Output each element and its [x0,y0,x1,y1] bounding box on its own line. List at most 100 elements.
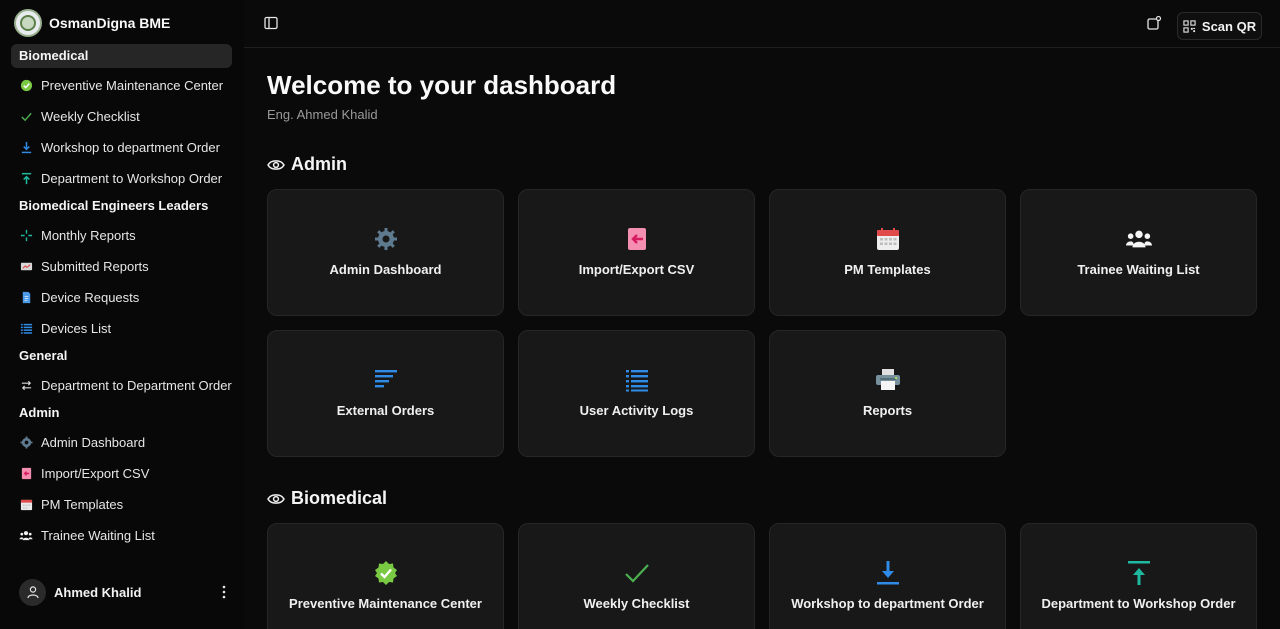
arrow-down-icon [19,141,33,155]
card-trainee-waiting-list[interactable]: Trainee Waiting List [1020,189,1257,316]
scan-qr-button[interactable]: Scan QR [1177,12,1262,40]
card-label: Import/Export CSV [578,262,695,277]
list-icon [624,367,650,393]
sidebar-item-label: Import/Export CSV [41,466,150,481]
card-label: Department to Workshop Order [1041,596,1236,611]
card-workshop-to-department-order[interactable]: Workshop to department Order [769,523,1006,629]
sidebar-item-admin-dashboard[interactable]: Admin Dashboard [11,427,232,458]
sidebar-item-department-to-department-order[interactable]: Department to Department Order [11,370,232,401]
card-label: Reports [862,403,913,418]
eye-icon [267,493,285,504]
gear-icon [19,436,33,450]
user-name: Ahmed Khalid [54,584,142,600]
sidebar-item-label: Workshop to department Order [41,140,220,155]
notification-icon[interactable] [1146,15,1164,33]
page-title: Welcome to your dashboard [267,70,617,100]
card-label: External Orders [336,403,435,418]
logo-icon [14,9,42,37]
sidebar-item-label: Submitted Reports [41,259,149,274]
sidebar-item-label: Department to Workshop Order [41,171,223,186]
envelope-chart-icon [19,260,33,274]
sidebar-item-import-export-csv[interactable]: Import/Export CSV [11,458,232,489]
sidebar-item-label: PM Templates [41,497,124,512]
users-icon [1125,226,1152,252]
card-user-activity-logs[interactable]: User Activity Logs [518,330,755,457]
section-title: Admin [291,154,347,174]
brand-name: OsmanDigna BME [49,15,171,31]
section-title: Biomedical [291,488,388,508]
sidebar-item-label: Preventive Maintenance Center [41,78,224,93]
sidebar-item-label: Trainee Waiting List [41,528,155,543]
sidebar-item-pm-templates[interactable]: PM Templates [11,489,232,520]
admin-cards-grid: Admin Dashboard Import/Export CSV PM Tem… [267,189,1257,457]
section-header-admin: Admin [267,154,347,175]
sidebar-item-device-requests[interactable]: Device Requests [11,282,232,313]
avatar [19,578,46,606]
swap-icon [19,379,33,393]
card-label: PM Templates [844,262,931,277]
sidebar-item-label: Devices List [41,321,112,336]
sidebar-toggle-icon[interactable] [264,16,280,32]
scan-qr-label: Scan QR [1201,18,1257,34]
sidebar-item-preventive-maintenance-center[interactable]: Preventive Maintenance Center [11,70,232,101]
import-icon [19,467,33,481]
sidebar-item-monthly-reports[interactable]: Monthly Reports [11,220,232,251]
import-icon [624,226,650,252]
card-admin-dashboard[interactable]: Admin Dashboard [267,189,504,316]
sidebar-item-devices-list[interactable]: Devices List [11,313,232,344]
sidebar: OsmanDigna BME Biomedical Preventive Mai… [0,0,244,629]
card-pm-templates[interactable]: PM Templates [769,189,1006,316]
card-external-orders[interactable]: External Orders [267,330,504,457]
arrow-up-icon [1126,560,1152,586]
list-icon [19,322,33,336]
card-label: Weekly Checklist [583,596,690,611]
card-label: User Activity Logs [579,403,694,418]
card-label: Preventive Maintenance Center [289,596,482,611]
sidebar-item-label: Weekly Checklist [41,109,140,124]
page-subtitle: Eng. Ahmed Khalid [267,107,378,122]
topbar: Scan QR [244,0,1280,48]
sidebar-item-department-to-workshop-order[interactable]: Department to Workshop Order [11,163,232,194]
card-reports[interactable]: Reports [769,330,1006,457]
check-icon [19,110,33,124]
sidebar-item-trainee-waiting-list[interactable]: Trainee Waiting List [11,520,232,551]
card-weekly-checklist[interactable]: Weekly Checklist [518,523,755,629]
sort-lines-icon [373,367,399,393]
sidebar-item-label: Monthly Reports [41,228,136,243]
calendar-icon [19,498,33,512]
check-badge-icon [373,560,399,586]
biomedical-cards-grid: Preventive Maintenance Center Weekly Che… [267,523,1257,629]
card-label: Admin Dashboard [329,262,442,277]
qr-code-icon [1183,19,1196,33]
sparkle-icon [19,229,33,243]
group-label-admin: Admin [19,405,60,420]
sidebar-item-label: Admin Dashboard [41,435,146,450]
group-label-biomedical-engineers-leaders: Biomedical Engineers Leaders [19,198,209,213]
section-header-biomedical: Biomedical [267,488,387,509]
card-label: Trainee Waiting List [1077,262,1200,277]
more-vertical-icon[interactable] [217,582,231,602]
sidebar-item-weekly-checklist[interactable]: Weekly Checklist [11,101,232,132]
brand[interactable]: OsmanDigna BME [14,9,170,37]
user-menu[interactable]: Ahmed Khalid [19,578,231,606]
users-icon [19,529,33,543]
group-label-biomedical[interactable]: Biomedical [11,44,232,68]
document-icon [19,291,33,305]
calendar-icon [875,226,901,252]
main-content: Scan QR Welcome to your dashboard Eng. A… [244,0,1280,629]
group-label-general: General [19,348,68,363]
card-department-to-workshop-order[interactable]: Department to Workshop Order [1020,523,1257,629]
gear-icon [373,226,399,252]
arrow-down-icon [875,560,901,586]
card-label: Workshop to department Order [791,596,984,611]
arrow-up-icon [19,172,33,186]
sidebar-item-workshop-to-department-order[interactable]: Workshop to department Order [11,132,232,163]
sidebar-nav: Biomedical Preventive Maintenance Center… [11,44,232,551]
user-icon [26,586,39,599]
printer-icon [875,367,901,393]
card-preventive-maintenance-center[interactable]: Preventive Maintenance Center [267,523,504,629]
sidebar-item-label: Device Requests [41,290,140,305]
sidebar-item-submitted-reports[interactable]: Submitted Reports [11,251,232,282]
check-badge-icon [19,79,33,93]
card-import-export-csv[interactable]: Import/Export CSV [518,189,755,316]
